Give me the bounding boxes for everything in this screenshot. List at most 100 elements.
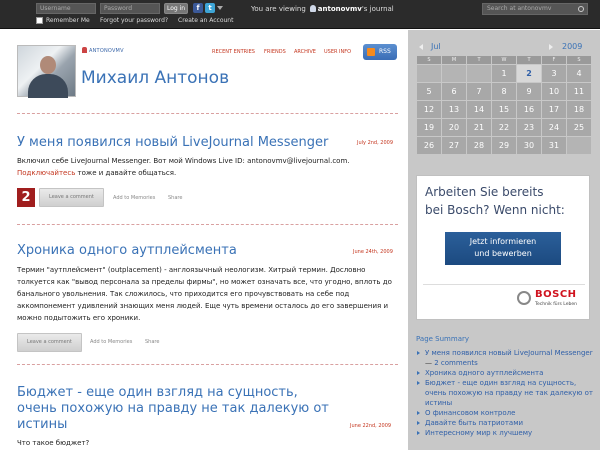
calendar-day: 30 [517,137,541,154]
calendar-weekday: S [417,56,441,64]
comment-count-badge[interactable]: 2 [17,188,35,207]
calendar-day: 5 [417,83,441,100]
summary-item[interactable]: Интересному мир к лучшему [416,428,596,438]
avatar-figure-head [40,56,56,74]
remember-me-label: Remember Me [46,17,90,24]
post-body-line: Подключайтесь тоже и давайте общаться. [17,167,398,179]
calendar-weekday: T [467,56,491,64]
next-month-icon[interactable] [549,44,553,50]
calendar-weekday: T [517,56,541,64]
journal-username-link[interactable]: ANTONOVMV [82,47,124,55]
calendar-day: 29 [492,137,516,154]
leave-comment-button[interactable]: Leave a comment [39,188,104,207]
rss-label: RSS [379,48,391,55]
calendar-day: 31 [542,137,566,154]
calendar-day: 8 [492,83,516,100]
viewing-prefix: You are viewing [251,5,306,13]
twitter-login-icon[interactable]: t [205,3,215,13]
post-body: Что такое бюджет? [17,439,90,447]
facebook-login-icon[interactable]: f [193,3,203,13]
calendar-day: 19 [417,119,441,136]
search-input[interactable]: Search at antonovmv [482,3,588,15]
rss-button[interactable]: RSS [363,44,397,60]
password-input[interactable]: Password [100,3,160,14]
ad-headline-line: bei Bosch? Wenn nicht: [425,203,565,217]
calendar-day: 18 [567,101,591,118]
ad-cta-line: Jetzt informieren [469,237,537,246]
header-divider [17,113,398,114]
calendar-day: 25 [567,119,591,136]
search-icon[interactable] [578,6,584,12]
post-title-line[interactable]: истины [17,417,67,433]
post-date: July 2nd, 2009 [357,140,394,146]
calendar-day: 15 [492,101,516,118]
summary-item[interactable]: О финансовом контроле [416,408,596,418]
nav-recent-entries[interactable]: RECENT ENTRIES [212,49,255,56]
post-title[interactable]: Хроника одного аутплейсмента [17,243,237,259]
calendar-day: 6 [442,83,466,100]
summary-separator: — [425,359,435,367]
more-logins-chevron-icon[interactable] [217,6,223,10]
ad-cta-line: und bewerben [474,249,532,258]
ad-logo: BOSCH [535,289,577,300]
ad-headline: Arbeiten Sie bereits bei Bosch? Wenn nic… [425,183,565,219]
share-link[interactable]: Share [145,339,159,345]
add-to-memories-link[interactable]: Add to Memories [113,195,155,201]
post-body: Включил себе LiveJournal Messenger. Вот … [17,155,398,179]
create-account-link[interactable]: Create an Account [178,16,233,25]
calendar-day: 10 [542,83,566,100]
add-to-memories-link[interactable]: Add to Memories [90,339,132,345]
rss-icon [367,48,375,56]
viewing-user-link[interactable]: antonovmv [318,5,362,13]
previous-month-icon[interactable] [419,44,423,50]
summary-item[interactable]: У меня появился новый LiveJournal Messen… [416,348,596,368]
calendar-day: 20 [442,119,466,136]
advertisement-banner[interactable]: Arbeiten Sie bereits bei Bosch? Wenn nic… [416,175,590,320]
calendar-empty-cell [417,65,441,82]
summary-item[interactable]: Хроника одного аутплейсмента [416,368,596,378]
post-title-line[interactable]: очень похожую на правду не так далекую о… [17,401,329,417]
calendar-weekday: S [567,56,591,64]
calendar-month[interactable]: Jul [431,42,441,51]
calendar-day: 21 [467,119,491,136]
post-title[interactable]: У меня появился новый LiveJournal Messen… [17,135,328,151]
username-input[interactable]: Username [36,3,96,14]
connect-link[interactable]: Подключайтесь [17,169,75,177]
post-title-line[interactable]: Бюджет - еще один взгляд на сущность, [17,385,298,401]
page-summary-list: У меня появился новый LiveJournal Messen… [416,348,596,438]
leave-comment-button[interactable]: Leave a comment [17,333,82,352]
calendar-day: 3 [542,65,566,82]
calendar-year[interactable]: 2009 [562,42,582,51]
remember-me-checkbox[interactable] [36,17,43,24]
calendar-day: 27 [442,137,466,154]
journal-username: ANTONOVMV [89,48,124,54]
calendar-day: 26 [417,137,441,154]
nav-archive[interactable]: ARCHIVE [294,49,316,56]
post-date: June 22nd, 2009 [350,423,392,429]
user-icon [309,5,316,12]
calendar-day: 11 [567,83,591,100]
nav-friends[interactable]: FRIENDS [264,49,286,56]
login-button[interactable]: Log in [164,3,188,14]
avatar[interactable] [17,45,76,98]
post-body-line: Включил себе LiveJournal Messenger. Вот … [17,157,350,165]
ad-cta-button[interactable]: Jetzt informieren und bewerben [445,232,561,265]
calendar-day: 28 [467,137,491,154]
summary-comments-link[interactable]: 2 comments [434,359,478,367]
post-divider [17,224,398,225]
viewing-suffix: 's journal [361,5,394,13]
share-link[interactable]: Share [168,195,182,201]
calendar-day: 24 [542,119,566,136]
nav-user-info[interactable]: USER INFO [324,49,351,56]
calendar-day: 9 [517,83,541,100]
calendar-empty-cell [442,65,466,82]
top-navigation-bar: Username Password Log in f t Remember Me… [0,0,600,29]
calendar-day[interactable]: 2 [517,65,541,82]
ad-headline-line: Arbeiten Sie bereits [425,185,544,199]
ad-divider [423,284,585,285]
calendar-day: 17 [542,101,566,118]
summary-item[interactable]: Давайте быть патриотами [416,418,596,428]
summary-item[interactable]: Бюджет - еще один взгляд на сущность, оч… [416,378,596,408]
summary-item-link[interactable]: У меня появился новый LiveJournal Messen… [425,349,593,357]
forgot-password-link[interactable]: Forgot your password? [100,16,168,25]
